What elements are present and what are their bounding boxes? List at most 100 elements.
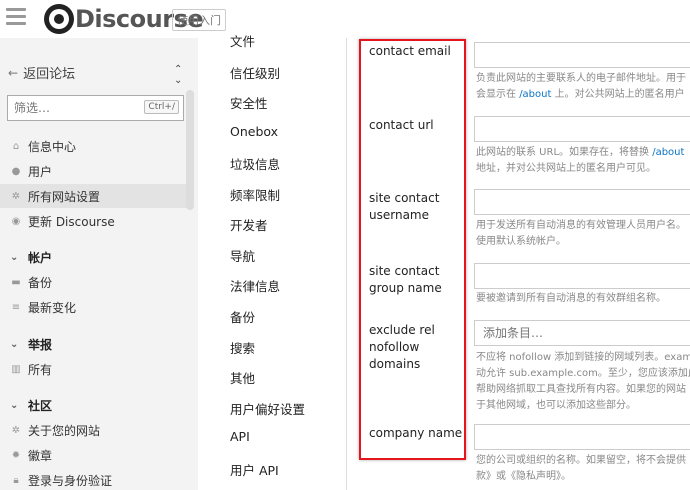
gear-icon: ✲ — [11, 424, 21, 436]
setting-desc-site-contact-group-name: 要被邀请到所有自动消息的有效群组名称。 — [476, 291, 690, 307]
desc-line: 此网站的联系 URL。如果存在，将替换 /about — [476, 145, 690, 161]
contact-email-input[interactable] — [475, 43, 690, 67]
site-contact-username-input[interactable] — [475, 190, 690, 214]
collapse-all-icon[interactable]: ⌃ ⌄ — [174, 64, 182, 86]
desc-line: 您的公司或组织的名称。如果留空，将不会提供 — [476, 455, 686, 466]
category-item[interactable]: 用户偏好设置 — [230, 399, 305, 418]
category-item[interactable]: 文件 — [230, 31, 255, 50]
sidebar-item-label: 信息中心 — [28, 139, 77, 154]
category-item[interactable]: Onebox — [230, 124, 278, 139]
admin-sidebar: ← 返回论坛 ⌃⌄ Ctrl+/ ⌂ 信息中心 ● 用户 ✲ 所有网站设置 ◉ … — [0, 38, 198, 490]
desc-line: 用于发送所有自动消息的有效管理人员用户名。 — [476, 220, 686, 231]
about-link[interactable]: /about — [652, 147, 684, 158]
archive-icon: ▬ — [11, 276, 21, 288]
sidebar-item-login-auth[interactable]: 🔒︎ 登录与身份验证 — [0, 468, 186, 490]
desc-line: 款》或《隐私声明》。 — [476, 471, 571, 482]
desc-line: 动允许 sub.example.com。至少，您应该添加此 — [476, 368, 690, 379]
discourse-logo-mark-icon — [44, 4, 74, 34]
desc-line: 地址，并对公共网站上的匿名用户可见。 — [476, 163, 656, 174]
chevron-down-icon: ⌄ — [10, 251, 19, 263]
company-name-field[interactable] — [474, 424, 690, 450]
contact-url-input[interactable] — [475, 117, 690, 141]
category-item[interactable]: 安全性 — [230, 93, 268, 112]
section-title: 帐户 — [28, 250, 53, 265]
company-name-input[interactable] — [475, 425, 690, 449]
upgrade-icon: ◉ — [11, 215, 21, 227]
chevron-down-icon: ⌄ — [10, 338, 19, 350]
category-item[interactable]: 其他 — [230, 368, 255, 387]
settings-category-list: 文件 信任级别 安全性 Onebox 垃圾信息 频率限制 开发者 导航 法律信息… — [220, 34, 346, 490]
add-entry-input[interactable] — [475, 321, 690, 345]
category-item[interactable]: 开发者 — [230, 215, 268, 234]
desc-line: 会显示在 /about 上。对公共网站上的匿名用户 — [476, 87, 690, 103]
list-icon: ≡ — [11, 301, 21, 313]
sidebar-item-label: 所有 — [28, 362, 53, 377]
category-item[interactable]: 备份 — [230, 307, 255, 326]
setting-desc-exclude-nofollow-domains: 不应将 nofollow 添加到链接的网域列表。exam 动允许 sub.exa… — [476, 350, 690, 414]
gear-icon: ✲ — [11, 190, 21, 202]
section-community[interactable]: ⌄ 社区 — [0, 394, 186, 416]
filter-shortcut-badge: Ctrl+/ — [144, 100, 179, 114]
sidebar-item-label: 关于您的网站 — [28, 423, 101, 438]
sidebar-item-whats-new[interactable]: ≡ 最新变化 — [0, 295, 186, 319]
desc-line: 负责此网站的主要联系人的电子邮件地址。用于 — [476, 73, 686, 84]
category-item[interactable]: 导航 — [230, 246, 255, 265]
section-account[interactable]: ⌄ 帐户 — [0, 246, 186, 268]
setting-desc-company-name: 您的公司或组织的名称。如果留空，将不会提供 款》或《隐私声明》。 — [476, 453, 690, 485]
section-title: 社区 — [28, 398, 53, 413]
desc-text: 上。对公共网站上的匿名用户 — [551, 89, 685, 100]
desc-text: 此网站的联系 URL。如果存在，将替换 — [476, 147, 653, 158]
hamburger-menu-icon[interactable] — [6, 8, 26, 26]
section-title: 举报 — [28, 337, 53, 352]
home-icon: ⌂ — [12, 140, 20, 152]
sidebar-item-users[interactable]: ● 用户 — [0, 159, 186, 183]
site-contact-username-field[interactable] — [474, 189, 690, 215]
desc-text: 会显示在 — [476, 89, 520, 100]
sidebar-item-label: 最新变化 — [28, 300, 77, 315]
sidebar-item-backups[interactable]: ▬ 备份 — [0, 270, 186, 294]
highlight-annotation-box — [359, 39, 466, 460]
getting-started-tag[interactable]: 使用入门 — [172, 9, 226, 31]
contact-email-field[interactable] — [474, 42, 690, 68]
section-reports[interactable]: ⌄ 举报 — [0, 333, 186, 355]
filter-input[interactable] — [8, 96, 138, 120]
site-contact-group-name-field[interactable] — [474, 263, 690, 289]
sidebar-item-all-settings[interactable]: ✲ 所有网站设置 — [0, 184, 186, 208]
sidebar-item-dashboard[interactable]: ⌂ 信息中心 — [0, 134, 186, 158]
sidebar-item-label: 登录与身份验证 — [28, 473, 113, 488]
chevron-down-icon: ⌄ — [10, 399, 19, 411]
setting-desc-site-contact-username: 用于发送所有自动消息的有效管理人员用户名。 使用默认系统帐户。 — [476, 218, 690, 250]
sidebar-item-update[interactable]: ◉ 更新 Discourse — [0, 209, 186, 233]
category-item[interactable]: 搜索 — [230, 338, 255, 357]
contact-url-field[interactable] — [474, 116, 690, 142]
desc-line: 使用默认系统帐户。 — [476, 236, 566, 247]
site-contact-group-name-input[interactable] — [475, 264, 690, 288]
sidebar-item-about-site[interactable]: ✲ 关于您的网站 — [0, 418, 186, 442]
category-item[interactable]: 法律信息 — [230, 276, 280, 295]
sidebar-item-badges[interactable]: ✹ 徽章 — [0, 443, 186, 467]
back-label: 返回论坛 — [23, 67, 76, 82]
category-item[interactable]: 频率限制 — [230, 185, 280, 204]
sidebar-filter[interactable]: Ctrl+/ — [7, 95, 184, 121]
sidebar-item-label: 所有网站设置 — [28, 189, 101, 204]
about-link[interactable]: /about — [519, 89, 551, 100]
category-item[interactable]: 垃圾信息 — [230, 154, 280, 173]
category-item[interactable]: 信任级别 — [230, 63, 280, 82]
sidebar-item-all-reports[interactable]: ▥ 所有 — [0, 357, 186, 381]
desc-line: 帮助网络抓取工具查找所有内容。如果您的网站 — [476, 384, 686, 395]
users-icon: ● — [11, 165, 21, 177]
desc-line: 要被邀请到所有自动消息的有效群组名称。 — [476, 293, 666, 304]
category-item[interactable]: 用户 API — [230, 460, 279, 479]
desc-line: 不应将 nofollow 添加到链接的网域列表。exam — [476, 352, 690, 363]
category-item[interactable]: API — [230, 429, 250, 444]
badge-icon: ✹ — [11, 449, 21, 461]
desc-line: 于其他网域，也可以添加这些部分。 — [476, 400, 636, 411]
column-divider — [346, 38, 347, 490]
chart-icon: ▥ — [11, 363, 21, 375]
setting-desc-contact-email: 负责此网站的主要联系人的电子邮件地址。用于 会显示在 /about 上。对公共网… — [476, 71, 690, 103]
sidebar-item-label: 用户 — [28, 164, 53, 179]
lock-icon: 🔒︎ — [13, 474, 19, 486]
exclude-nofollow-domains-field[interactable] — [474, 320, 690, 346]
back-to-forum-link[interactable]: ← 返回论坛 — [8, 63, 76, 83]
sidebar-scrollbar[interactable] — [186, 90, 194, 210]
